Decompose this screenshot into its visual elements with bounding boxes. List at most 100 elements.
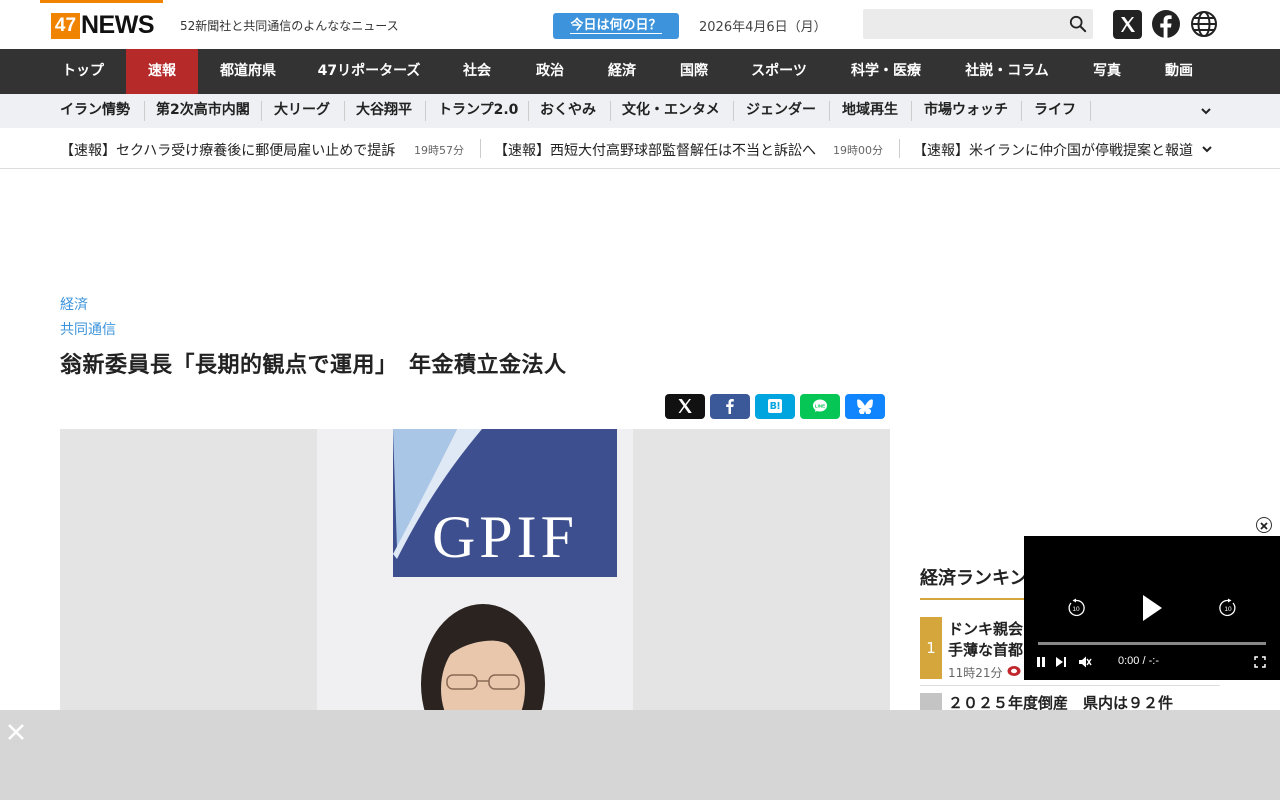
nav-sports[interactable]: スポーツ <box>730 49 828 94</box>
article-category[interactable]: 経済 <box>60 294 88 314</box>
divider <box>344 101 345 121</box>
chevron-down-icon[interactable] <box>1201 143 1213 155</box>
breaking-time: 19時57分 <box>414 144 464 157</box>
line-icon: LINE <box>813 399 827 412</box>
logo-word: NEWS <box>81 11 155 39</box>
topic-link[interactable]: ジェンダー <box>746 94 816 128</box>
topic-navigation: イラン情勢 第2次高市内閣 大リーグ 大谷翔平 トランプ2.0 おくやみ 文化・… <box>0 94 1280 128</box>
current-date: 2026年4月6日（月） <box>699 20 827 35</box>
topic-link[interactable]: 市場ウォッチ <box>924 94 1008 128</box>
chevron-down-icon[interactable] <box>1200 105 1212 117</box>
divider <box>610 101 611 121</box>
topic-link[interactable]: イラン情勢 <box>60 94 130 128</box>
topic-link[interactable]: 大谷翔平 <box>356 94 412 128</box>
divider <box>261 101 262 121</box>
topic-link[interactable]: 第2次高市内閣 <box>156 94 250 128</box>
article-source[interactable]: 共同通信 <box>60 319 116 339</box>
video-duration: -:- <box>1148 655 1159 667</box>
nav-science-medicine[interactable]: 科学・医療 <box>828 49 944 94</box>
divider <box>829 101 830 121</box>
nav-prefectures[interactable]: 都道府県 <box>198 49 298 94</box>
main-navigation: トップ 速報 都道府県 47リポーターズ 社会 政治 経済 国際 スポーツ 科学… <box>0 49 1280 94</box>
site-tagline: 52新聞社と共同通信のよんななニュース <box>180 19 399 33</box>
hatena-bookmark-icon <box>768 399 782 413</box>
logo-accent-bar <box>40 0 163 3</box>
divider <box>920 685 1220 686</box>
nav-top[interactable]: トップ <box>40 49 126 94</box>
topic-link[interactable]: 大リーグ <box>274 94 330 128</box>
share-facebook-button[interactable] <box>710 394 750 419</box>
bottom-ad-banner <box>0 710 1280 800</box>
muted-speaker-icon[interactable] <box>1078 655 1092 669</box>
breaking-time: 19時00分 <box>833 144 883 157</box>
article-headline: 翁新委員長「長期的観点で運用」 年金積立金法人 <box>60 353 567 378</box>
article-photo[interactable]: GPIF <box>60 429 890 729</box>
nav-editorials-columns[interactable]: 社説・コラム <box>944 49 1070 94</box>
nav-society[interactable]: 社会 <box>440 49 514 94</box>
search-icon[interactable] <box>1069 15 1087 33</box>
topic-link[interactable]: ライフ <box>1034 94 1076 128</box>
divider <box>144 101 145 121</box>
photo-backdrop: GPIF <box>317 429 633 729</box>
breaking-headline[interactable]: 【速報】西短大付高野球部監督解任は不当と訴訟へ <box>494 140 816 160</box>
facebook-icon <box>726 399 734 414</box>
gpif-sign-text: GPIF <box>432 504 578 570</box>
play-icon[interactable] <box>1140 593 1164 623</box>
x-twitter-icon <box>678 399 692 413</box>
bluesky-butterfly-icon <box>857 399 873 414</box>
site-header: 47 NEWS 52新聞社と共同通信のよんななニュース 今日は何の日？ 2026… <box>0 0 1280 49</box>
ranking-item-headline[interactable]: ドンキ親会 <box>948 618 1023 639</box>
topic-link[interactable]: 文化・エンタメ <box>622 94 720 128</box>
ranking-item-headline[interactable]: 手薄な首都 <box>948 639 1023 660</box>
share-bluesky-button[interactable] <box>845 394 885 419</box>
nav-breaking[interactable]: 速報 <box>126 49 198 94</box>
rank-badge <box>920 693 942 710</box>
share-x-button[interactable] <box>665 394 705 419</box>
nav-47reporters[interactable]: 47リポーターズ <box>298 49 440 94</box>
floating-video-player[interactable]: 10 10 0:00 / -:- <box>1024 536 1280 680</box>
close-video-button[interactable] <box>1256 517 1272 533</box>
pause-icon[interactable] <box>1036 656 1046 668</box>
topic-link[interactable]: トランプ2.0 <box>438 94 518 128</box>
site-logo[interactable]: 47 NEWS <box>40 0 163 49</box>
share-hatena-button[interactable] <box>755 394 795 419</box>
logo-number: 47 <box>51 13 80 39</box>
breaking-news-ticker: 【速報】セクハラ受け療養後に郵便局雇い止めで提訴 19時57分 【速報】西短大付… <box>0 128 1280 169</box>
today-button-label: 今日は何の日？ <box>570 18 662 34</box>
divider <box>733 101 734 121</box>
breaking-headline[interactable]: 【速報】米イランに仲介国が停戦提案と報道 <box>913 140 1193 160</box>
nav-economy[interactable]: 経済 <box>586 49 658 94</box>
close-icon[interactable] <box>6 722 26 742</box>
share-line-button[interactable]: LINE <box>800 394 840 419</box>
next-track-icon[interactable] <box>1055 656 1067 668</box>
topic-link[interactable]: 地域再生 <box>842 94 898 128</box>
topic-link[interactable]: おくやみ <box>540 94 596 128</box>
nav-politics[interactable]: 政治 <box>514 49 586 94</box>
x-twitter-icon[interactable] <box>1113 10 1142 39</box>
close-icon <box>1260 522 1268 530</box>
fullscreen-icon[interactable] <box>1254 656 1266 668</box>
rewind-10-icon[interactable]: 10 <box>1066 598 1086 618</box>
today-in-history-button[interactable]: 今日は何の日？ <box>553 13 679 39</box>
search-box <box>863 9 1093 39</box>
svg-text:LINE: LINE <box>815 403 825 408</box>
divider <box>899 139 900 158</box>
ranking-item-time: 11時21分 <box>948 666 1003 680</box>
video-time-separator: / <box>1142 655 1146 667</box>
divider <box>425 101 426 121</box>
language-globe-icon[interactable] <box>1190 10 1218 38</box>
nav-photos[interactable]: 写真 <box>1070 49 1144 94</box>
breaking-headline[interactable]: 【速報】セクハラ受け療養後に郵便局雇い止めで提訴 <box>60 140 395 160</box>
nav-videos[interactable]: 動画 <box>1144 49 1214 94</box>
video-progress-bar[interactable] <box>1038 642 1266 645</box>
forward-10-icon[interactable]: 10 <box>1218 598 1238 618</box>
facebook-icon[interactable] <box>1152 10 1180 39</box>
rewind-seconds-label: 10 <box>1072 606 1080 613</box>
divider <box>1090 101 1091 121</box>
search-input[interactable] <box>863 9 1058 39</box>
publisher-logo-icon <box>1007 666 1021 676</box>
press-conference-image: GPIF <box>393 429 617 729</box>
nav-international[interactable]: 国際 <box>658 49 730 94</box>
divider <box>911 101 912 121</box>
divider <box>1021 101 1022 121</box>
